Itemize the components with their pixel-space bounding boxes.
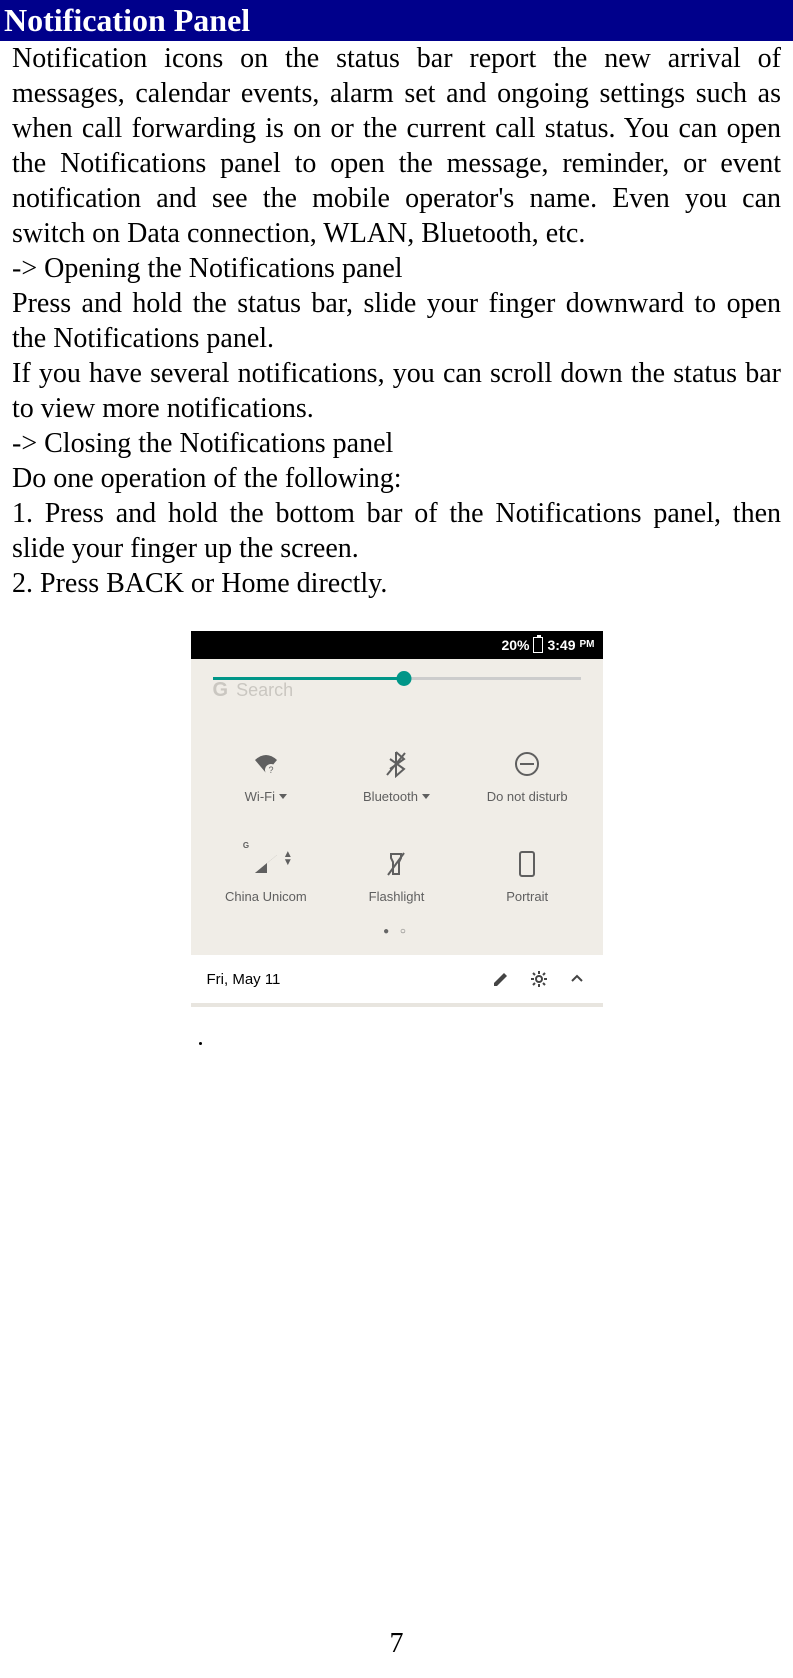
clock-ampm: PM — [580, 639, 595, 650]
battery-percent: 20% — [501, 637, 529, 653]
clock-time: 3:49 — [547, 637, 575, 653]
qs-tile-cellular[interactable]: G ▲▼ China Unicom — [201, 849, 332, 904]
caret-down-icon — [422, 794, 430, 799]
small-dot — [199, 1042, 202, 1045]
qs-label-cellular: China Unicom — [225, 889, 307, 904]
section-title-bar: Notification Panel — [0, 0, 793, 41]
dnd-icon — [512, 749, 542, 779]
page-indicator-dots: ● ○ — [191, 914, 603, 955]
notification-date-row: Fri, May 11 — [191, 955, 603, 1003]
body-text-block: Notification icons on the status bar rep… — [12, 41, 781, 601]
qs-label-wifi: Wi-Fi — [245, 789, 287, 804]
para-close-intro: Do one operation of the following: — [12, 461, 781, 496]
brightness-thumb[interactable] — [396, 671, 411, 686]
portrait-icon — [512, 849, 542, 879]
battery-icon — [533, 637, 543, 653]
search-placeholder: Search — [236, 680, 293, 701]
phone-screenshot: 20% 3:49 PM G Search ? Wi-Fi — [191, 631, 603, 1053]
caret-down-icon — [279, 794, 287, 799]
data-arrows-icon: ▲▼ — [283, 851, 293, 867]
qs-tile-flashlight[interactable]: Flashlight — [331, 849, 462, 904]
bluetooth-off-icon — [381, 749, 411, 779]
intro-paragraph: Notification icons on the status bar rep… — [12, 41, 781, 251]
settings-gear-icon[interactable] — [529, 969, 549, 989]
notification-area — [191, 1003, 603, 1053]
para-close-2: 2. Press BACK or Home directly. — [12, 566, 781, 601]
wifi-icon: ? — [251, 749, 281, 779]
network-g-badge: G — [243, 841, 249, 850]
subheading-close: -> Closing the Notifications panel — [12, 426, 781, 461]
edit-icon[interactable] — [491, 969, 511, 989]
qs-tile-portrait[interactable]: Portrait — [462, 849, 593, 904]
qs-tile-dnd[interactable]: Do not disturb — [462, 749, 593, 804]
subheading-open: -> Opening the Notifications panel — [12, 251, 781, 286]
collapse-chevron-icon[interactable] — [567, 969, 587, 989]
qs-label-flashlight: Flashlight — [369, 889, 425, 904]
status-bar: 20% 3:49 PM — [191, 631, 603, 659]
para-close-1: 1. Press and hold the bottom bar of the … — [12, 496, 781, 566]
qs-tile-bluetooth[interactable]: Bluetooth — [331, 749, 462, 804]
google-g-icon: G — [213, 679, 229, 702]
background-search-hint: G Search — [213, 679, 294, 702]
qs-label-dnd: Do not disturb — [487, 789, 568, 804]
qs-tile-wifi[interactable]: ? Wi-Fi — [201, 749, 332, 804]
date-text: Fri, May 11 — [207, 971, 473, 988]
para-open-2: If you have several notifications, you c… — [12, 356, 781, 426]
page-number: 7 — [0, 1628, 793, 1660]
quick-settings-grid: ? Wi-Fi Bluetooth Do not disturb — [191, 699, 603, 914]
svg-text:?: ? — [268, 765, 273, 775]
qs-label-portrait: Portrait — [506, 889, 548, 904]
signal-icon: G ▲▼ — [251, 849, 281, 879]
section-title: Notification Panel — [0, 2, 250, 38]
para-open-1: Press and hold the status bar, slide you… — [12, 286, 781, 356]
flashlight-off-icon — [381, 849, 411, 879]
qs-label-bluetooth: Bluetooth — [363, 789, 430, 804]
